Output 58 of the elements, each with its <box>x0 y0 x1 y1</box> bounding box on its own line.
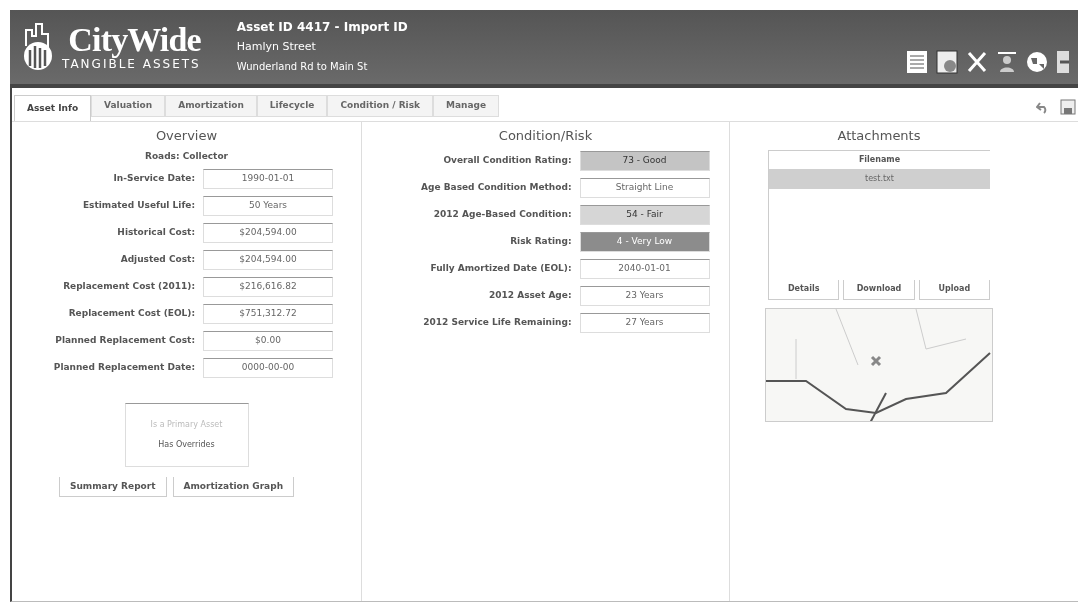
logo-subtitle: TANGIBLE ASSETS <box>62 57 201 71</box>
document-icon[interactable] <box>906 50 928 74</box>
street-name: Hamlyn Street <box>236 39 317 55</box>
value-field: 73 - Good <box>579 151 710 171</box>
section-title: Overview <box>155 127 218 145</box>
field-label: Planned Replacement Cost: <box>54 333 195 347</box>
value-field: $751,312.72 <box>203 303 333 324</box>
report-button[interactable]: Amortization Graph <box>172 477 295 497</box>
attachment-button[interactable]: Details <box>768 279 840 300</box>
field-label: 2012 Service Life Remaining: <box>422 316 572 330</box>
value-field: 2040-01-01 <box>579 259 710 279</box>
field-label: 2012 Asset Age: <box>488 289 572 303</box>
flag-text: Has Overrides <box>158 439 215 451</box>
field-label: Estimated Useful Life: <box>81 198 195 212</box>
column-header: Filename <box>857 153 902 166</box>
segment-text: Wunderland Rd to Main St <box>236 59 369 74</box>
logo-title: CityWide <box>68 23 201 57</box>
tab[interactable]: Amortization <box>165 95 257 117</box>
tools-icon[interactable] <box>966 50 988 74</box>
value-field: 27 Years <box>579 313 710 333</box>
section-title: Attachments <box>837 127 921 145</box>
attachment-button[interactable]: Upload <box>918 279 990 300</box>
value-field: Straight Line <box>579 178 710 198</box>
field-label: Replacement Cost (2011): <box>62 279 195 293</box>
tab[interactable]: Asset Info <box>14 95 92 121</box>
field-label: Risk Rating: <box>509 235 572 249</box>
value-field: 23 Years <box>579 286 710 306</box>
attachment-button[interactable]: Download <box>843 279 915 300</box>
save-icon[interactable] <box>1060 99 1076 115</box>
field-label: Overall Condition Rating: <box>442 154 572 168</box>
field-label: Age Based Condition Method: <box>420 181 572 195</box>
file-row[interactable]: test.txt <box>769 168 990 189</box>
field-label: Adjusted Cost: <box>119 252 195 266</box>
value-field: $204,594.00 <box>203 249 333 270</box>
value-field: $0.00 <box>203 330 333 351</box>
value-field: 1990-01-01 <box>203 168 333 189</box>
value-field: 50 Years <box>203 195 333 216</box>
user-icon[interactable] <box>996 50 1018 74</box>
value-field: 4 - Very Low <box>579 232 710 252</box>
value-field: 0000-00-00 <box>203 357 333 378</box>
value-field: 54 - Fair <box>579 205 710 225</box>
field-label: Fully Amortized Date (EOL): <box>429 262 572 276</box>
globe-icon[interactable] <box>1026 50 1048 74</box>
tab[interactable]: Manage <box>433 95 500 117</box>
tab[interactable]: Lifecycle <box>256 95 328 117</box>
section-title: Condition/Risk <box>498 127 593 145</box>
value-field: $204,594.00 <box>203 222 333 243</box>
asset-title: Asset ID 4417 - Import ID <box>236 19 408 36</box>
field-label: 2012 Age-Based Condition: <box>432 208 572 222</box>
value-field: $216,616.82 <box>203 276 333 297</box>
category-label: Roads: Collector <box>144 149 228 163</box>
field-label: Historical Cost: <box>116 225 195 239</box>
tab[interactable]: Valuation <box>91 95 166 117</box>
field-label: Planned Replacement Date: <box>52 360 195 374</box>
field-label: Replacement Cost (EOL): <box>67 306 195 320</box>
report-button[interactable]: Summary Report <box>58 477 167 497</box>
tab[interactable]: Condition / Risk <box>327 95 434 117</box>
field-label: In-Service Date: <box>112 171 195 185</box>
